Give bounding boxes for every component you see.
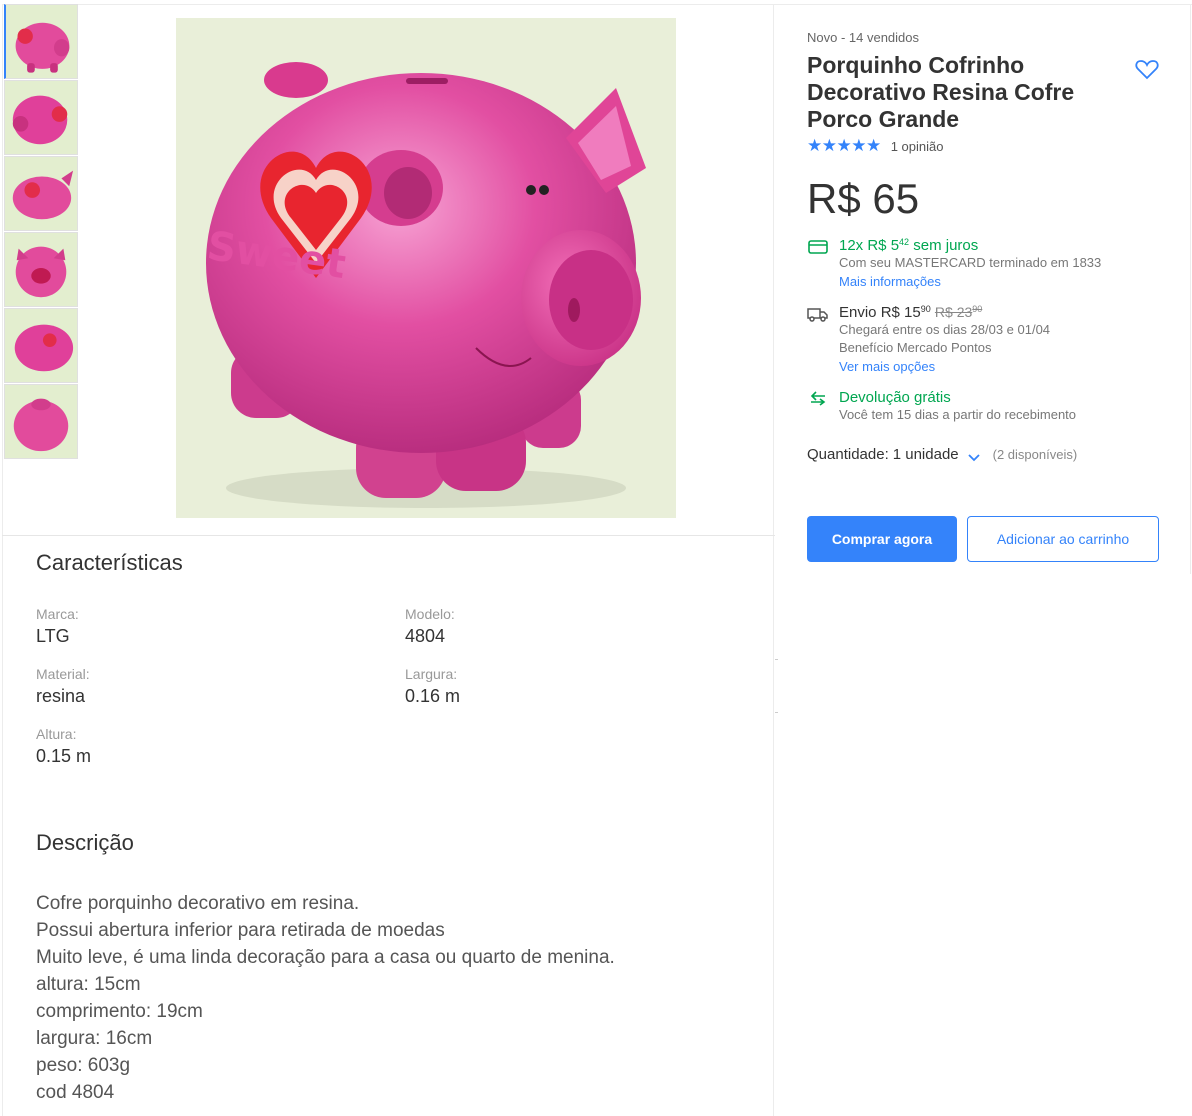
buy-now-button[interactable]: Comprar agora xyxy=(807,516,957,562)
description-line: peso: 603g xyxy=(36,1055,131,1076)
rating[interactable]: ★★★★★ 1 opinião xyxy=(807,136,1167,155)
thumbnail[interactable] xyxy=(4,156,78,231)
thumbnail[interactable] xyxy=(4,4,78,79)
returns-label[interactable]: Devolução grátis xyxy=(839,389,1167,406)
spec-model: Modelo: 4804 xyxy=(405,606,455,647)
panel-border xyxy=(1190,4,1191,574)
description-line: Muito leve, é uma linda decoração para a… xyxy=(36,947,615,968)
returns-row: Devolução grátis Você tem 15 dias a part… xyxy=(807,389,1167,424)
spec-value: 0.16 m xyxy=(405,686,461,706)
shipping-row: Envio R$ 1590 R$ 2390 Chegará entre os d… xyxy=(807,304,1167,377)
returns-note: Você tem 15 dias a partir do recebimento xyxy=(839,407,1077,422)
card-icon xyxy=(807,238,829,256)
description-section: Descrição Cofre porquinho decorativo em … xyxy=(36,830,756,1106)
chevron-down-icon[interactable] xyxy=(967,450,981,461)
spec-brand: Marca: LTG xyxy=(36,606,79,647)
description-line: Possui abertura inferior para retirada d… xyxy=(36,920,445,941)
quantity-value[interactable]: 1 unidade xyxy=(893,446,959,463)
spec-height: Altura: 0.15 m xyxy=(36,726,91,767)
product-image[interactable]: Sweet xyxy=(176,18,676,518)
installments-cents: 42 xyxy=(899,237,910,247)
installments: 12x R$ 5 xyxy=(839,237,900,254)
action-buttons: Comprar agora Adicionar ao carrinho xyxy=(807,516,1159,562)
section-divider xyxy=(2,535,775,536)
divider-tick xyxy=(775,659,778,660)
spec-value: 0.15 m xyxy=(36,746,92,766)
quantity-label: Quantidade: xyxy=(807,446,889,463)
thumbnail[interactable] xyxy=(4,308,78,383)
quantity-selector[interactable]: Quantidade: 1 unidade (2 disponíveis) xyxy=(807,446,1167,463)
thumbnail-list xyxy=(4,4,79,460)
star-icon: ★★★★★ xyxy=(807,136,881,155)
return-arrow-icon xyxy=(807,390,829,408)
spec-label: Modelo: xyxy=(405,606,455,622)
buy-box: Novo - 14 vendidos Porquinho Cofrinho De… xyxy=(807,30,1167,562)
product-title: Porquinho Cofrinho Decorativo Resina Cof… xyxy=(807,52,1075,132)
panel-border xyxy=(774,4,1192,5)
spec-value: resina xyxy=(36,686,86,706)
spec-value: LTG xyxy=(36,626,70,646)
shipping-benefit: Benefício Mercado Pontos xyxy=(839,340,992,355)
shipping-arrival: Chegará entre os dias 28/03 e 01/04 xyxy=(839,322,1051,337)
add-to-cart-button[interactable]: Adicionar ao carrinho xyxy=(967,516,1159,562)
description-line: comprimento: 19cm xyxy=(36,1001,203,1022)
specs-section: Características Marca: LTG Modelo: 4804 … xyxy=(36,550,756,766)
condition-sold: Novo - 14 vendidos xyxy=(807,30,920,45)
thumbnail[interactable] xyxy=(4,384,78,459)
available-count: (2 disponíveis) xyxy=(992,447,1078,462)
spec-width: Largura: 0.16 m xyxy=(405,666,460,707)
review-count: 1 opinião xyxy=(890,138,944,154)
shipping-old-cents: 90 xyxy=(972,304,983,314)
divider-tick xyxy=(775,712,778,713)
shipping-cents: 90 xyxy=(920,304,931,314)
card-note: Com seu MASTERCARD terminado em 1833 xyxy=(839,255,1102,270)
thumbnail[interactable] xyxy=(4,80,78,155)
shipping-price: Envio R$ 15 xyxy=(839,304,921,321)
installments-suffix: sem juros xyxy=(909,237,979,254)
more-options-link[interactable]: Ver mais opções xyxy=(839,357,1167,377)
shipping-old-price: R$ 23 xyxy=(934,304,973,320)
more-info-link[interactable]: Mais informações xyxy=(839,272,1167,292)
price: R$ 65 xyxy=(807,175,920,222)
specs-title: Características xyxy=(36,550,183,575)
description-line: cod 4804 xyxy=(36,1082,115,1103)
heart-outline-icon[interactable] xyxy=(1135,58,1159,80)
description-line: Cofre porquinho decorativo em resina. xyxy=(36,893,360,914)
description-line: largura: 16cm xyxy=(36,1028,153,1049)
spec-label: Marca: xyxy=(36,606,79,622)
spec-label: Material: xyxy=(36,666,90,682)
description-text: Cofre porquinho decorativo em resina. Po… xyxy=(36,890,756,1106)
description-line: altura: 15cm xyxy=(36,974,141,995)
truck-icon xyxy=(807,305,829,323)
spec-label: Largura: xyxy=(405,666,458,682)
spec-value: 4804 xyxy=(405,626,446,646)
installments-row: 12x R$ 542 sem juros Com seu MASTERCARD … xyxy=(807,237,1167,292)
spec-label: Altura: xyxy=(36,726,77,742)
spec-material: Material: resina xyxy=(36,666,90,707)
thumbnail[interactable] xyxy=(4,232,78,307)
description-title: Descrição xyxy=(36,830,134,855)
